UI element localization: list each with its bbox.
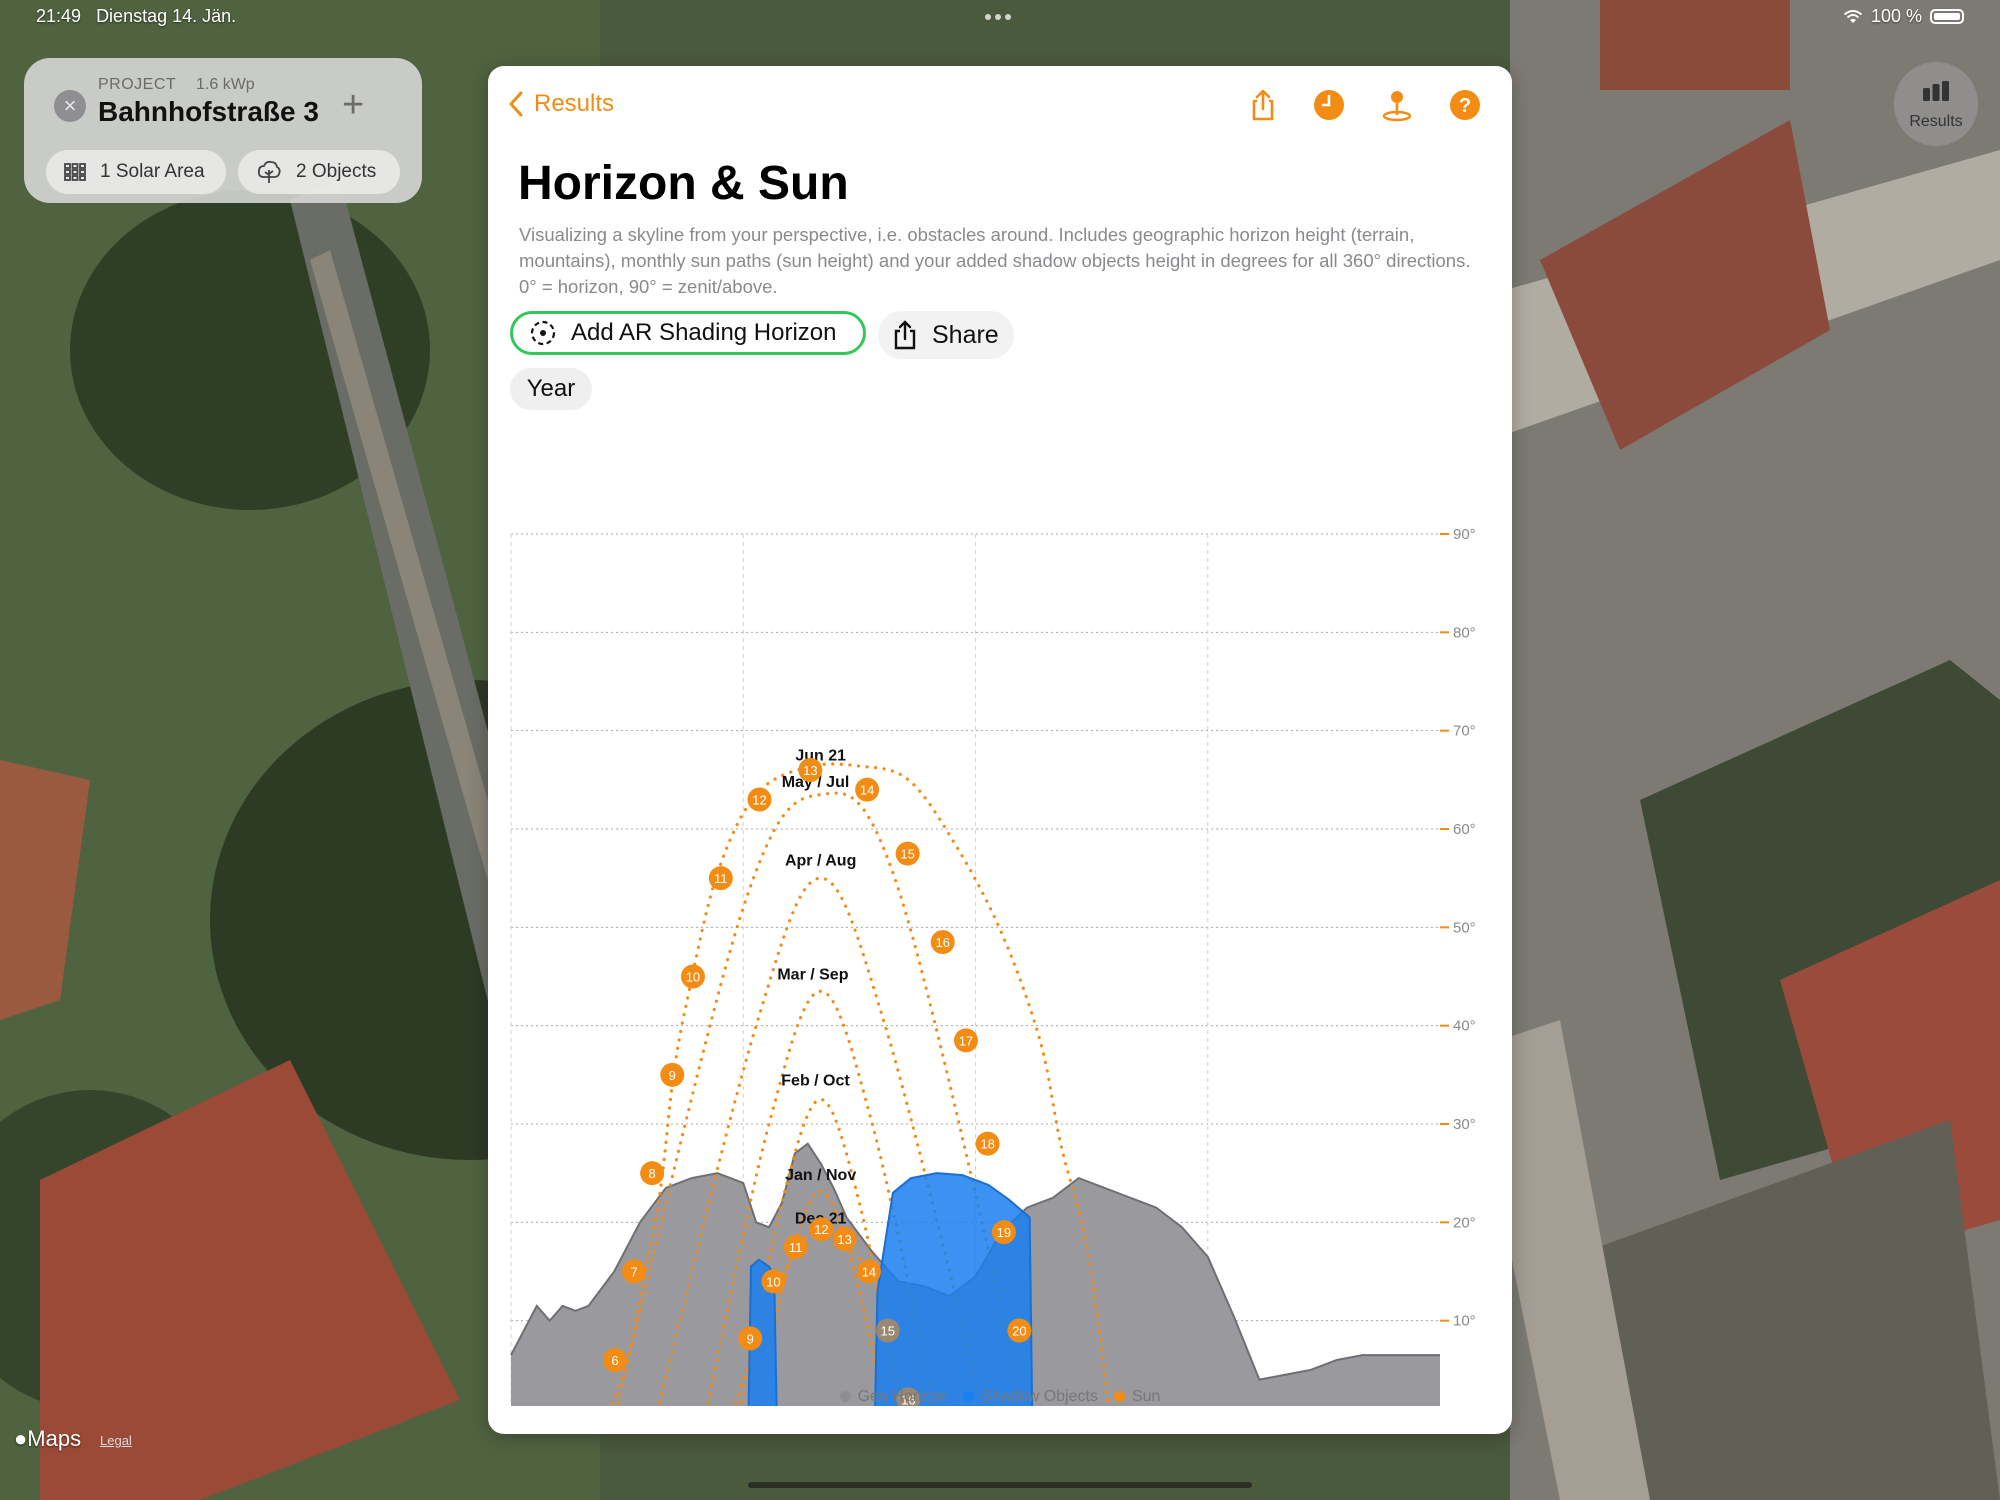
sun-path-label: Feb / Oct <box>781 1073 850 1090</box>
objects-button[interactable]: 2 Objects <box>238 150 400 194</box>
battery-percent: 100 % <box>1870 6 1922 26</box>
y-tick-label: 20° <box>1453 1214 1476 1231</box>
add-ar-shading-horizon-button[interactable]: Add AR Shading Horizon <box>510 311 866 355</box>
objects-label: 2 Objects <box>296 161 377 182</box>
sun-hour-label: 9 <box>669 1068 676 1083</box>
apple-logo-icon: ● <box>14 1426 28 1451</box>
y-tick-label: 10° <box>1453 1313 1476 1330</box>
legend-geo-dot <box>839 1391 851 1402</box>
back-label: Results <box>534 90 615 117</box>
back-button[interactable]: Results <box>508 90 614 118</box>
ar-button-label: Add AR Shading Horizon <box>571 319 837 346</box>
horizon-sun-panel: Results ? Horizon & Sun Visualizing a sk… <box>488 66 1512 1434</box>
share-button-label: Share <box>932 320 999 349</box>
project-label: PROJECT <box>98 76 177 93</box>
y-tick-label: 50° <box>1453 919 1476 936</box>
bar-chart-icon <box>1923 81 1949 101</box>
y-tick-label: 60° <box>1453 821 1476 838</box>
sun-hour-label: 18 <box>980 1137 994 1152</box>
share-icon[interactable] <box>1246 88 1280 122</box>
sun-hour-label: 14 <box>862 1265 876 1280</box>
project-name[interactable]: Bahnhofstraße 3 <box>98 96 319 128</box>
sun-hour-label: 10 <box>686 970 700 985</box>
clock-icon[interactable] <box>1312 88 1346 122</box>
sun-path-label: Jan / Nov <box>785 1167 856 1184</box>
sun-hour-label: 15 <box>881 1324 895 1339</box>
sun-hour-label: 9 <box>747 1331 754 1346</box>
y-tick-label: 80° <box>1453 624 1476 641</box>
solar-area-label: 1 Solar Area <box>100 161 205 182</box>
sun-path-label: Apr / Aug <box>785 852 856 869</box>
grid-icon <box>64 163 86 181</box>
y-tick-label: 30° <box>1453 1116 1476 1133</box>
sun-hour-label: 11 <box>714 871 728 886</box>
y-tick-label: 70° <box>1453 723 1476 740</box>
sun-hour-label: 17 <box>959 1033 973 1048</box>
page-title: Horizon & Sun <box>518 157 849 210</box>
status-time: 21:49 <box>36 6 82 26</box>
close-project-button[interactable]: × <box>54 90 86 122</box>
sun-hour-label: 6 <box>611 1353 618 1368</box>
sun-hour-label: 7 <box>630 1265 637 1280</box>
legend-geo-horizon: Geo Horizon <box>839 1388 948 1406</box>
battery-icon <box>1930 9 1964 24</box>
sun-hour-label: 19 <box>997 1225 1011 1240</box>
legend-shadow-label: Shadow Objects <box>981 1388 1098 1405</box>
sun-hour-label: 20 <box>1012 1324 1026 1339</box>
chart-legend: Geo Horizon Shadow Objects Sun <box>488 1388 1512 1406</box>
solar-area-button[interactable]: 1 Solar Area <box>46 150 226 194</box>
sun-hour-label: 11 <box>789 1240 803 1255</box>
legend-shadow-dot <box>963 1391 975 1402</box>
sun-hour-label: 8 <box>649 1166 656 1181</box>
multitasking-dots[interactable] <box>985 14 1011 20</box>
wifi-icon <box>1843 9 1863 23</box>
sun-path-label: Mar / Sep <box>777 967 848 984</box>
horizon-sun-chart: 0°10°20°30°40°50°60°70°80°90°NorthEastSo… <box>510 526 1476 1406</box>
shadow-object-2 <box>874 1172 1034 1406</box>
sun-hour-label: 16 <box>935 935 949 950</box>
maps-logo: ●Maps <box>14 1426 81 1452</box>
page-description: Visualizing a skyline from your perspect… <box>519 224 1471 297</box>
status-bar-time: 21:49 Dienstag 14. Jän. <box>36 6 236 27</box>
sun-hour-label: 12 <box>752 793 766 808</box>
share-button[interactable]: Share <box>878 311 1014 359</box>
sun-hour-label: 13 <box>837 1232 851 1247</box>
status-date: Dienstag 14. Jän. <box>96 6 237 26</box>
period-selector-year[interactable]: Year <box>510 368 592 410</box>
legend-shadow-objects: Shadow Objects <box>963 1388 1098 1406</box>
home-indicator[interactable] <box>748 1482 1252 1488</box>
sun-hour-label: 13 <box>803 763 817 778</box>
sun-hour-label: 12 <box>814 1222 828 1237</box>
results-button-label: Results <box>1909 113 1963 130</box>
maps-brand: Maps <box>27 1426 82 1451</box>
legend-sun: Sun <box>1113 1388 1161 1406</box>
y-tick-label: 90° <box>1453 526 1476 543</box>
legend-sun-dot <box>1113 1391 1125 1402</box>
add-project-button[interactable]: + <box>342 84 364 127</box>
status-bar-right: 100 % <box>1843 6 1964 27</box>
help-icon[interactable]: ? <box>1448 88 1482 122</box>
sun-hour-label: 15 <box>900 847 914 862</box>
svg-text:?: ? <box>1459 95 1471 117</box>
sun-hour-label: 14 <box>860 783 874 798</box>
legend-geo-label: Geo Horizon <box>857 1388 948 1405</box>
y-tick-label: 40° <box>1453 1018 1476 1035</box>
legend-sun-label: Sun <box>1131 1388 1161 1405</box>
tree-icon <box>257 160 281 183</box>
chevron-left-icon <box>509 91 523 117</box>
ar-scan-icon <box>530 320 556 346</box>
legal-link[interactable]: Legal <box>100 1433 132 1448</box>
project-kwp: 1.6 kWp <box>196 76 255 93</box>
location-pin-icon[interactable] <box>1380 88 1414 122</box>
share-icon <box>894 320 916 350</box>
project-card: × PROJECT 1.6 kWp Bahnhofstraße 3 + 1 So… <box>24 58 422 203</box>
sun-hour-label: 10 <box>766 1274 780 1289</box>
results-button[interactable]: Results <box>1894 62 1978 146</box>
